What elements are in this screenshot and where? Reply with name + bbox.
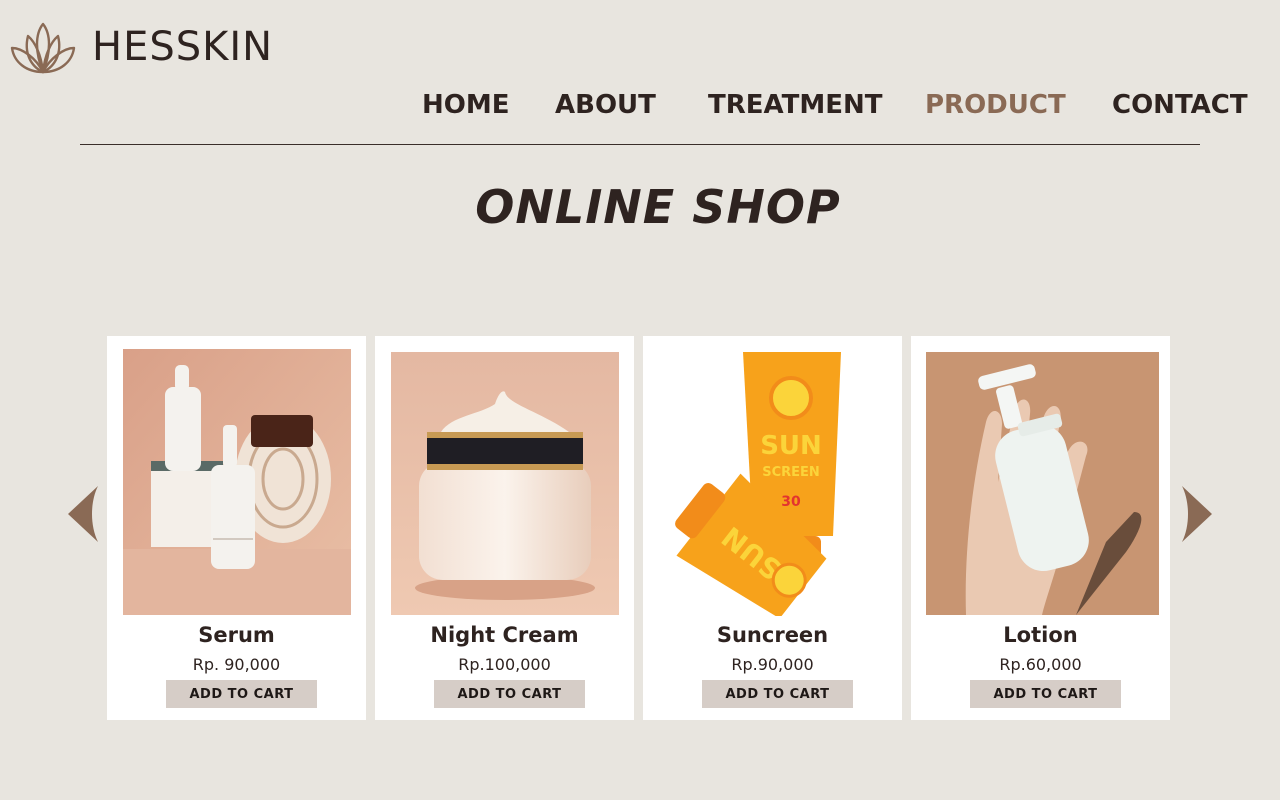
- svg-text:SCREEN: SCREEN: [762, 465, 820, 480]
- svg-text:30: 30: [781, 494, 801, 510]
- product-name: Lotion: [1003, 623, 1078, 647]
- add-to-cart-button[interactable]: ADD TO CART: [702, 680, 853, 708]
- product-card-night-cream[interactable]: Night Cream Rp.100,000 ADD TO CART: [375, 336, 634, 720]
- product-card-serum[interactable]: Serum Rp. 90,000 ADD TO CART: [107, 336, 366, 720]
- carousel-next-button[interactable]: [1182, 486, 1212, 542]
- product-name: Suncreen: [716, 623, 829, 647]
- page-title: ONLINE SHOP: [475, 180, 841, 234]
- product-price: Rp.100,000: [458, 655, 551, 674]
- nav-product[interactable]: PRODUCT: [925, 90, 1066, 120]
- nav-about[interactable]: ABOUT: [555, 90, 656, 120]
- arrow-right-icon: [1182, 486, 1212, 542]
- product-card-suncreen[interactable]: SUN SCREEN 30 SUN Suncreen Rp.90,000 ADD…: [643, 336, 902, 720]
- carousel-prev-button[interactable]: [68, 486, 98, 542]
- product-price: Rp.60,000: [999, 655, 1082, 674]
- product-card-lotion[interactable]: Lotion Rp.60,000 ADD TO CART: [911, 336, 1170, 720]
- brand-logo[interactable]: HESSKIN: [8, 18, 273, 76]
- cream-jar-image: [391, 352, 619, 615]
- product-price: Rp.90,000: [731, 655, 814, 674]
- sunscreen-tubes-image: SUN SCREEN 30 SUN: [667, 350, 877, 616]
- nav-treatment[interactable]: TREATMENT: [708, 90, 882, 120]
- nav-contact[interactable]: CONTACT: [1112, 90, 1248, 120]
- lotion-bottle-image: [926, 352, 1159, 615]
- lotus-icon: [10, 22, 76, 74]
- main-nav: HOME ABOUT TREATMENT PRODUCT CONTACT: [0, 90, 1280, 126]
- nav-home[interactable]: HOME: [422, 90, 510, 120]
- product-price: Rp. 90,000: [192, 655, 281, 674]
- nav-divider: [80, 144, 1200, 145]
- serum-bottles-image: [123, 349, 351, 615]
- product-name: Serum: [198, 623, 275, 647]
- add-to-cart-button[interactable]: ADD TO CART: [970, 680, 1121, 708]
- svg-text:SUN: SUN: [760, 431, 822, 461]
- product-name: Night Cream: [430, 623, 579, 647]
- add-to-cart-button[interactable]: ADD TO CART: [166, 680, 317, 708]
- add-to-cart-button[interactable]: ADD TO CART: [434, 680, 585, 708]
- brand-name: HESSKIN: [92, 24, 274, 70]
- arrow-left-icon: [68, 486, 98, 542]
